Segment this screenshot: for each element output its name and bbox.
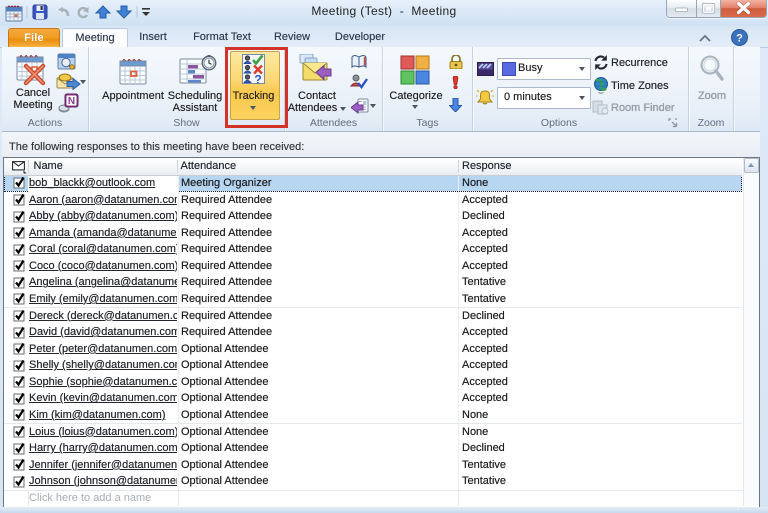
svg-text:N: N <box>68 96 75 107</box>
svg-text:?: ? <box>736 33 743 45</box>
